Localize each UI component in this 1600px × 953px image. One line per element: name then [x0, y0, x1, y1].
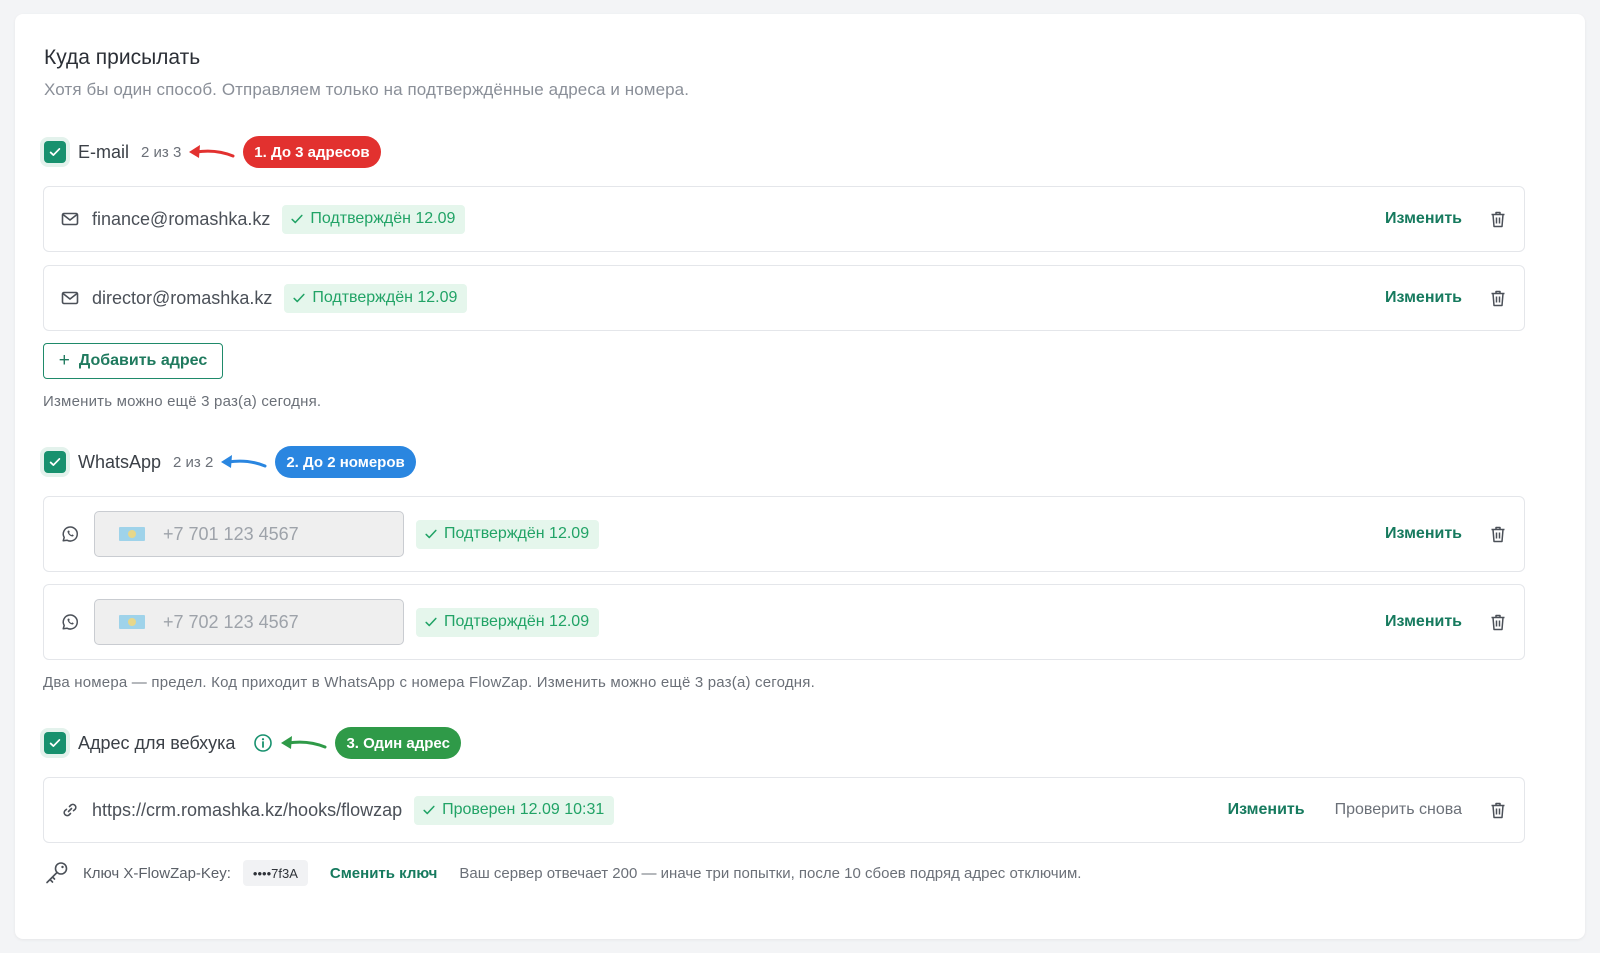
- status-text: Подтверждён 12.09: [312, 289, 458, 306]
- whatsapp-checkbox[interactable]: [44, 451, 66, 473]
- kazakhstan-flag-icon: [119, 615, 145, 629]
- email-callout: 1. До 3 адресов: [243, 136, 381, 168]
- recheck-button[interactable]: Проверить снова: [1335, 801, 1462, 819]
- status-badge: Подтверждён 12.09: [416, 607, 600, 637]
- webhook-url: https://crm.romashka.kz/hooks/flowzap: [92, 799, 403, 820]
- webhook-callout: 3. Один адрес: [335, 727, 461, 759]
- whatsapp-row: Подтверждён 12.09 Изменить: [43, 584, 1525, 660]
- whatsapp-callout: 2. До 2 номеров: [275, 446, 416, 478]
- arrow-icon: [189, 145, 235, 158]
- whatsapp-icon: [60, 612, 80, 632]
- trash-icon[interactable]: [1488, 612, 1508, 632]
- mail-icon: [60, 288, 80, 308]
- check-icon: [49, 148, 61, 156]
- key-icon: [46, 862, 68, 884]
- phone-field[interactable]: [163, 611, 383, 633]
- webhook-header: Адрес для вебхука 3. Один адрес: [44, 727, 461, 759]
- email-count: 2 из 3: [141, 143, 182, 161]
- whatsapp-count: 2 из 2: [173, 453, 214, 471]
- key-note: Ваш сервер отвечает 200 — иначе три попы…: [459, 864, 1082, 882]
- status-badge: Подтверждён 12.09: [416, 519, 600, 549]
- whatsapp-row: Подтверждён 12.09 Изменить: [43, 496, 1525, 572]
- status-badge: Подтверждён 12.09: [284, 283, 468, 313]
- phone-field[interactable]: [163, 523, 383, 545]
- edit-button[interactable]: Изменить: [1385, 613, 1462, 631]
- check-icon: [425, 529, 437, 539]
- arrow-icon: [281, 736, 327, 749]
- info-icon[interactable]: [253, 733, 273, 753]
- webhook-label: Адрес для вебхука: [78, 732, 236, 753]
- arrow-icon: [221, 455, 267, 468]
- api-key-line: Ключ X-FlowZap-Key: ••••7f3A Сменить клю…: [43, 860, 1081, 886]
- add-address-label: Добавить адрес: [78, 352, 208, 369]
- whatsapp-header: WhatsApp 2 из 2 2. До 2 номеров: [44, 446, 416, 478]
- email-label: E-mail: [78, 141, 130, 162]
- email-row: director@romashka.kz Подтверждён 12.09 И…: [43, 265, 1525, 331]
- status-text: Подтверждён 12.09: [444, 525, 590, 542]
- check-icon: [49, 458, 61, 466]
- add-address-button[interactable]: + Добавить адрес: [43, 343, 223, 379]
- email-header: E-mail 2 из 3 1. До 3 адресов: [44, 136, 381, 168]
- edit-button[interactable]: Изменить: [1385, 210, 1462, 228]
- section-subtitle: Хотя бы один способ. Отправляем только н…: [44, 80, 690, 99]
- email-checkbox[interactable]: [44, 141, 66, 163]
- edit-button[interactable]: Изменить: [1385, 289, 1462, 307]
- check-icon: [425, 617, 437, 627]
- status-text: Проверен 12.09 10:31: [442, 801, 605, 818]
- link-icon: [60, 800, 80, 820]
- email-address: director@romashka.kz: [92, 287, 273, 308]
- email-address: finance@romashka.kz: [92, 208, 271, 229]
- check-icon: [423, 805, 435, 815]
- section-title: Куда присылать: [44, 46, 201, 69]
- edit-button[interactable]: Изменить: [1385, 525, 1462, 543]
- change-key-button[interactable]: Сменить ключ: [330, 865, 437, 882]
- trash-icon[interactable]: [1488, 800, 1508, 820]
- trash-icon[interactable]: [1488, 524, 1508, 544]
- email-note: Изменить можно ещё 3 раз(а) сегодня.: [43, 393, 322, 410]
- edit-button[interactable]: Изменить: [1228, 801, 1305, 819]
- key-value: ••••7f3A: [242, 860, 308, 886]
- check-icon: [49, 739, 61, 747]
- key-label: Ключ X-FlowZap-Key:: [83, 864, 231, 882]
- phone-input[interactable]: [94, 599, 404, 645]
- email-row: finance@romashka.kz Подтверждён 12.09 Из…: [43, 186, 1525, 252]
- status-text: Подтверждён 12.09: [444, 613, 590, 630]
- kazakhstan-flag-icon: [119, 527, 145, 541]
- mail-icon: [60, 209, 80, 229]
- plus-icon: +: [58, 350, 70, 371]
- phone-input[interactable]: [94, 511, 404, 557]
- status-badge: Подтверждён 12.09: [282, 204, 466, 234]
- settings-card: Куда присылать Хотя бы один способ. Отпр…: [15, 14, 1585, 939]
- status-badge: Проверен 12.09 10:31: [414, 795, 615, 825]
- check-icon: [293, 293, 305, 303]
- check-icon: [291, 214, 303, 224]
- whatsapp-label: WhatsApp: [78, 451, 162, 472]
- trash-icon[interactable]: [1488, 209, 1508, 229]
- webhook-row: https://crm.romashka.kz/hooks/flowzap Пр…: [43, 777, 1525, 843]
- whatsapp-icon: [60, 524, 80, 544]
- trash-icon[interactable]: [1488, 288, 1508, 308]
- whatsapp-note: Два номера — предел. Код приходит в What…: [43, 674, 815, 691]
- status-text: Подтверждён 12.09: [310, 210, 456, 227]
- webhook-checkbox[interactable]: [44, 732, 66, 754]
